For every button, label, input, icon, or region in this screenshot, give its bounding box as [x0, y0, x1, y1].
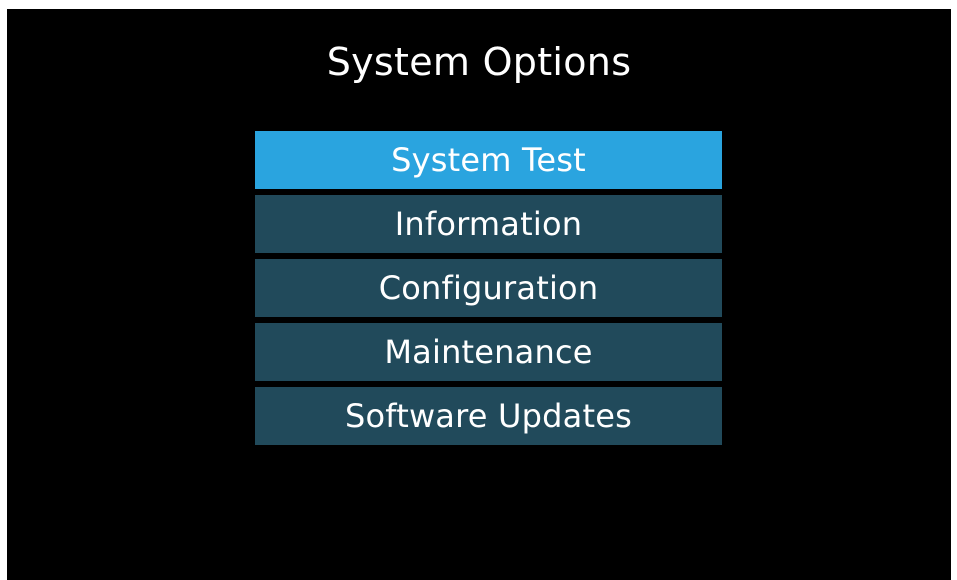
options-menu: System Test Information Configuration Ma…: [255, 131, 722, 451]
menu-item-maintenance[interactable]: Maintenance: [255, 323, 722, 381]
menu-item-configuration[interactable]: Configuration: [255, 259, 722, 317]
page-title: System Options: [326, 40, 632, 84]
menu-item-software-updates[interactable]: Software Updates: [255, 387, 722, 445]
menu-item-system-test[interactable]: System Test: [255, 131, 722, 189]
system-options-screen: System Options System Test Information C…: [7, 9, 951, 580]
menu-item-information[interactable]: Information: [255, 195, 722, 253]
